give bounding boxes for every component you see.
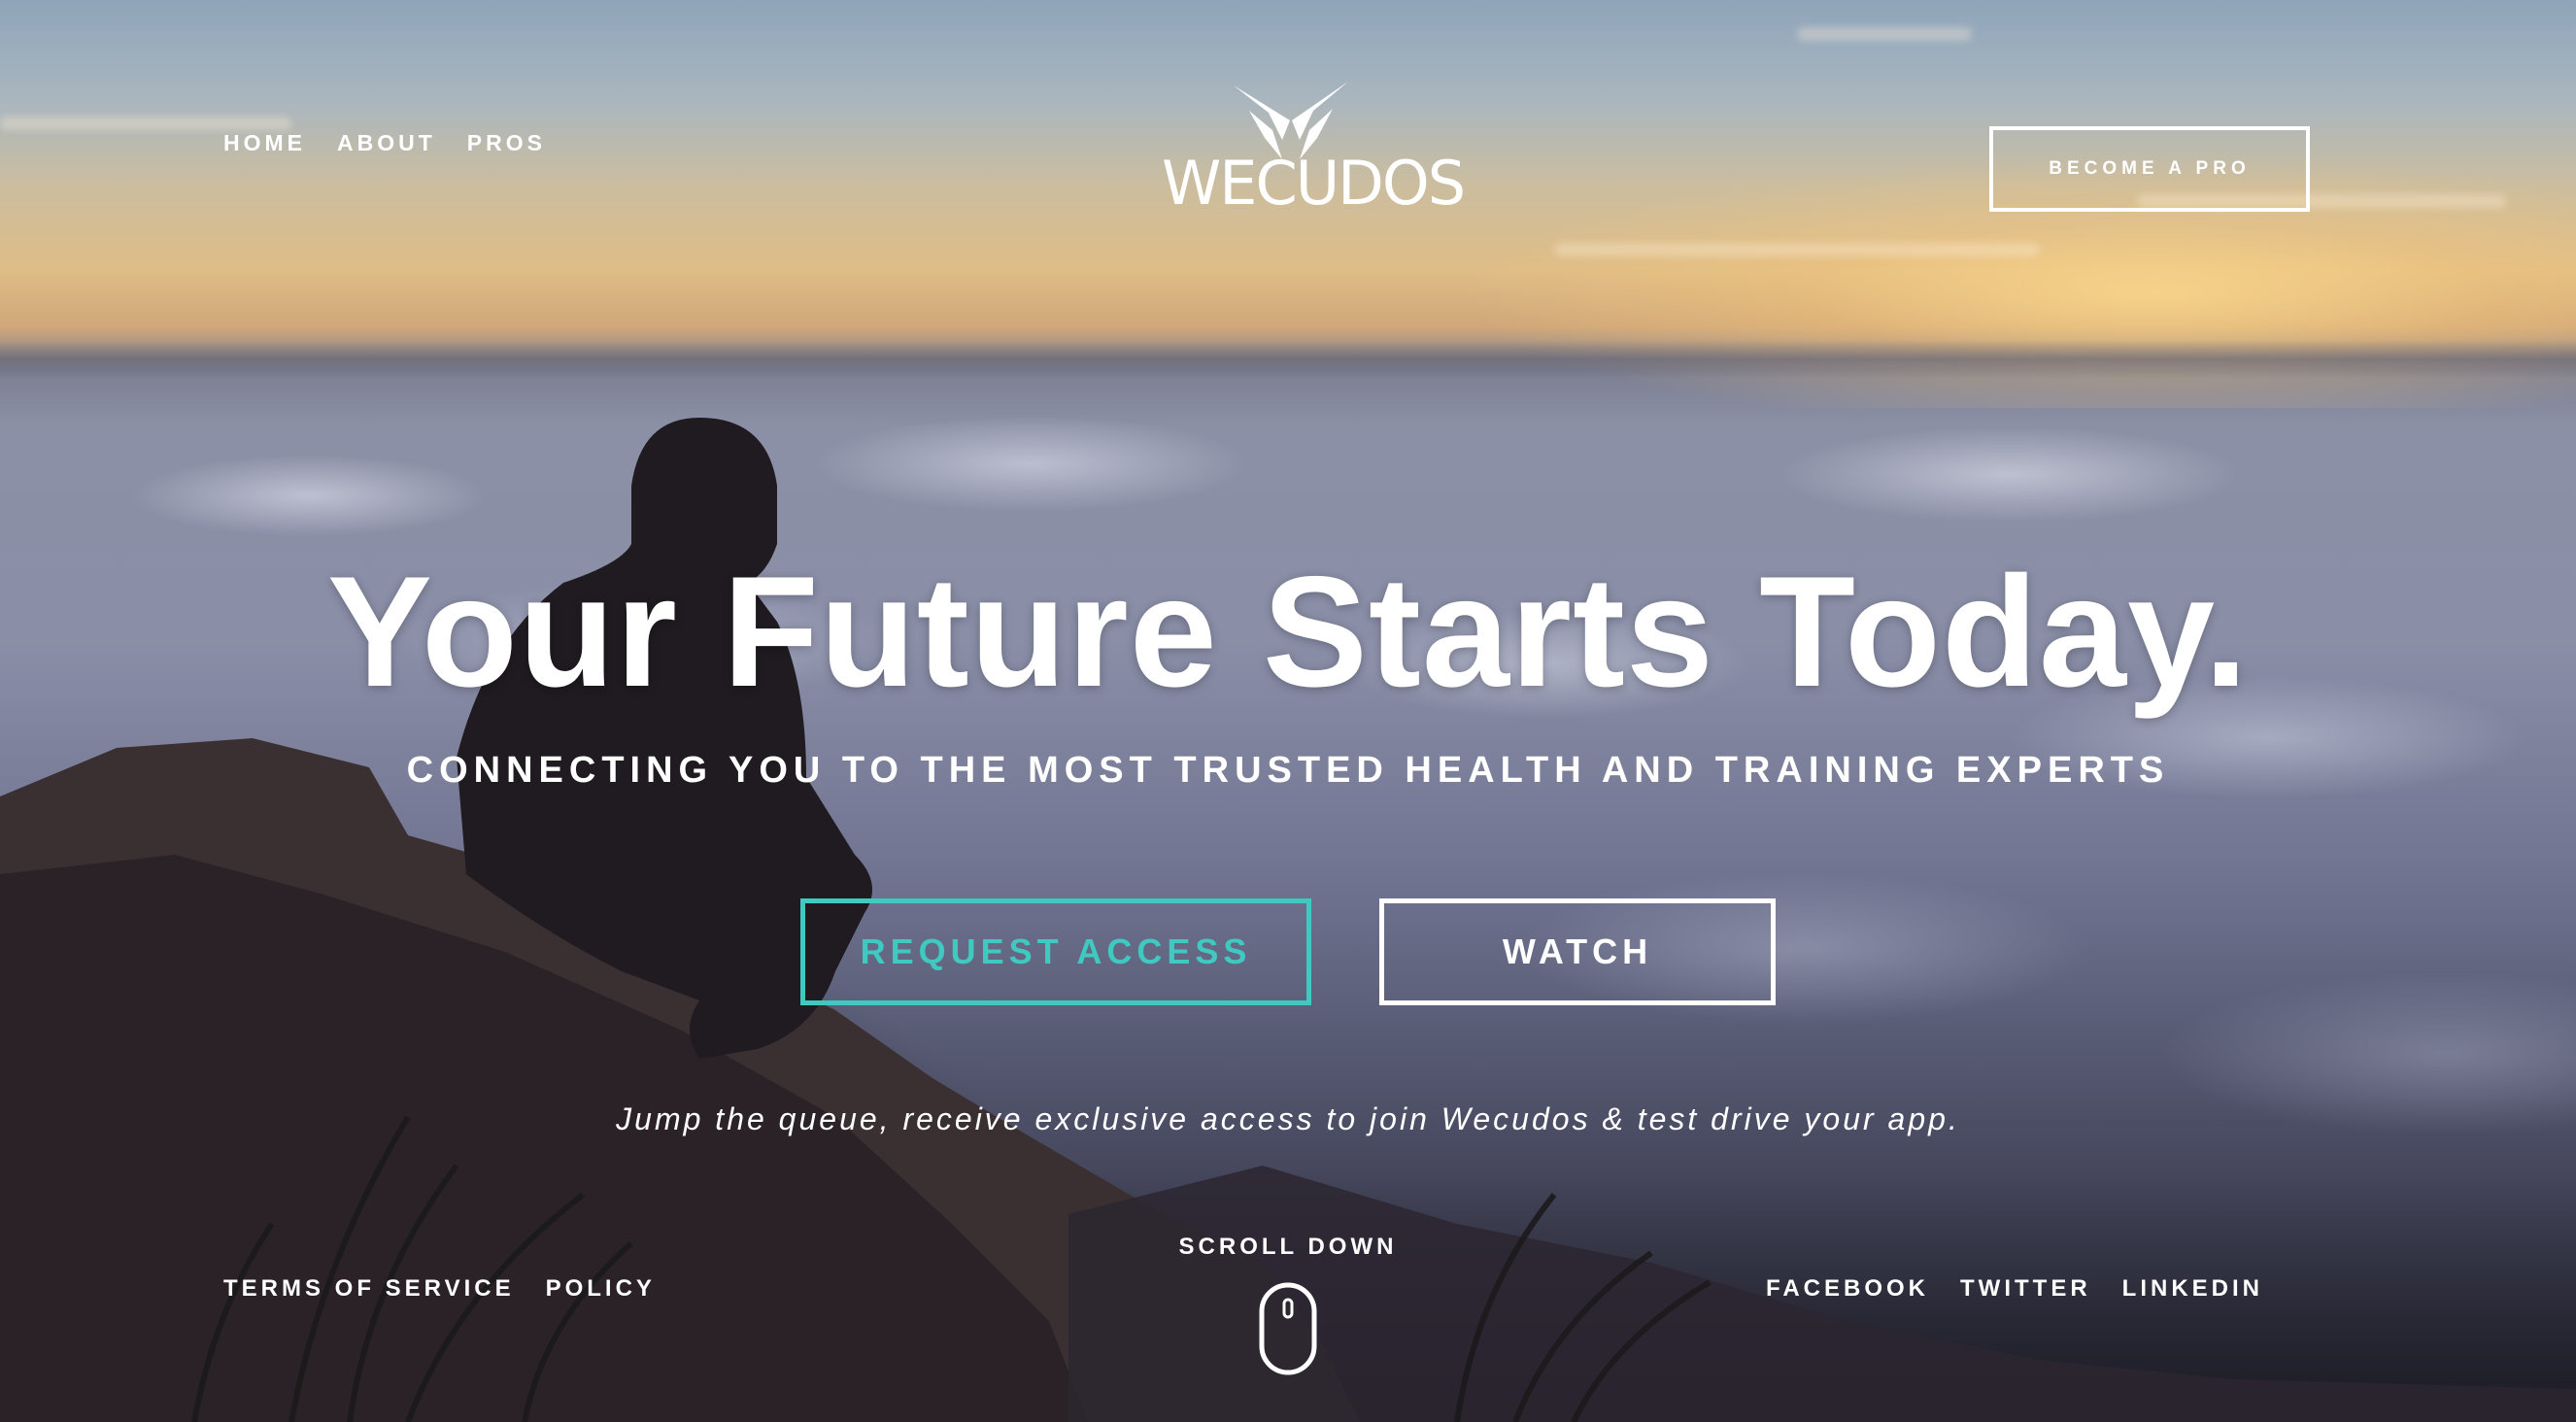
scroll-down-label[interactable]: SCROLL DOWN <box>0 1234 2576 1261</box>
request-access-button[interactable]: REQUEST ACCESS <box>800 898 1311 1005</box>
twitter-link[interactable]: TWITTER <box>1960 1275 2091 1303</box>
footer-social-links: FACEBOOK TWITTER LINKEDIN <box>1766 1275 2263 1303</box>
hero-headline: Your Future Starts Today. <box>326 544 2250 720</box>
wecudos-logo[interactable]: WECUDOS <box>1162 82 1466 219</box>
become-a-pro-button[interactable]: BECOME A PRO <box>1989 126 2310 212</box>
footer-legal-links: TERMS OF SERVICE POLICY <box>223 1275 656 1303</box>
facebook-link[interactable]: FACEBOOK <box>1766 1275 1929 1303</box>
policy-link[interactable]: POLICY <box>546 1275 656 1303</box>
hero-subheadline: CONNECTING YOU TO THE MOST TRUSTED HEALT… <box>406 750 2170 791</box>
hero-tagline: Jump the queue, receive exclusive access… <box>616 1101 1960 1136</box>
nav-about-link[interactable]: ABOUT <box>337 130 436 156</box>
primary-nav: HOME ABOUT PROS <box>223 130 546 156</box>
mouse-scroll-icon[interactable] <box>1259 1282 1317 1375</box>
nav-pros-link[interactable]: PROS <box>467 130 546 156</box>
logo-wordmark: WECUDOS <box>1162 148 1466 219</box>
nav-home-link[interactable]: HOME <box>223 130 306 156</box>
watch-button[interactable]: WATCH <box>1379 898 1776 1005</box>
linkedin-link[interactable]: LINKEDIN <box>2122 1275 2263 1303</box>
terms-of-service-link[interactable]: TERMS OF SERVICE <box>223 1275 515 1303</box>
